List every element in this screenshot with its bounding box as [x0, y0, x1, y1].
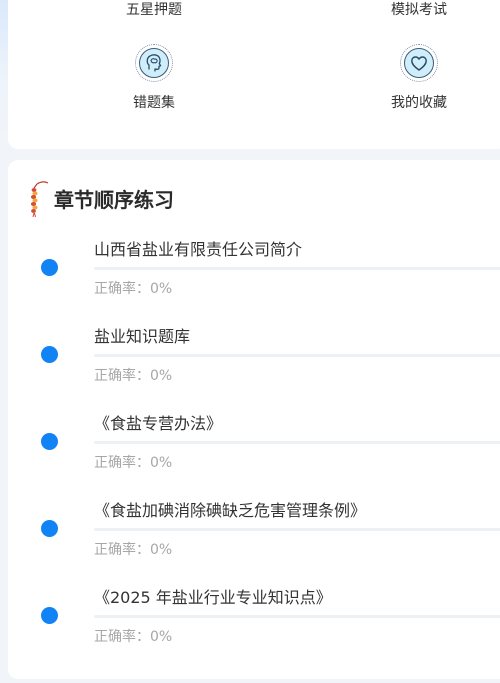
accuracy-value: 0% [150, 542, 173, 558]
accuracy-label: 正确率： [94, 542, 150, 558]
chapter-progress-bar [94, 528, 500, 531]
chapter-item-title: 《2025 年盐业行业专业知识点》 [94, 588, 332, 607]
favorites-label: 我的收藏 [391, 95, 447, 111]
chapter-accuracy: 正确率：0% [94, 454, 172, 472]
chapter-section-title: 章节顺序练习 [54, 187, 174, 212]
chapter-accuracy: 正确率：0% [94, 367, 172, 385]
chapter-progress-bar [94, 615, 500, 618]
quick-entry-card: 五星押题 模拟考试 错题集 我的收藏 [8, 0, 500, 149]
chapter-item[interactable]: 盐业知识题库 正确率：0% [8, 327, 500, 414]
chapter-item-dot [41, 607, 58, 624]
chapter-accuracy: 正确率：0% [94, 628, 172, 646]
accuracy-label: 正确率： [94, 455, 150, 471]
wrong-questions-label: 错题集 [133, 95, 175, 111]
chapter-item[interactable]: 《食盐加碘消除碘缺乏危害管理条例》 正确率：0% [8, 501, 500, 588]
chapter-practice-card: 章节顺序练习 山西省盐业有限责任公司简介 正确率：0% 盐业知识题库 正确率：0… [8, 160, 500, 679]
chapter-item-title: 盐业知识题库 [94, 327, 191, 346]
five-star-questions-label: 五星押题 [126, 2, 182, 18]
chapter-header: 章节顺序练习 [28, 178, 174, 218]
accuracy-label: 正确率： [94, 368, 150, 384]
mock-exam-label: 模拟考试 [391, 2, 447, 18]
chapter-item-dot [41, 346, 58, 363]
chapter-item-dot [41, 433, 58, 450]
favorites-entry[interactable]: 我的收藏 [349, 93, 489, 113]
chapter-progress-bar [94, 267, 500, 270]
accuracy-value: 0% [150, 455, 173, 471]
chapter-item-title: 《食盐加碘消除碘缺乏危害管理条例》 [94, 501, 367, 520]
accuracy-label: 正确率： [94, 629, 150, 645]
chapter-accuracy: 正确率：0% [94, 541, 172, 559]
chapter-item-dot [41, 520, 58, 537]
chapter-item-title: 山西省盐业有限责任公司简介 [94, 240, 303, 259]
wrong-questions-entry[interactable]: 错题集 [84, 93, 224, 113]
accuracy-value: 0% [150, 368, 173, 384]
firecracker-icon [30, 181, 49, 218]
chapter-item-title: 《食盐专营办法》 [94, 414, 223, 433]
chapter-progress-bar [94, 354, 500, 357]
chapter-item[interactable]: 《食盐专营办法》 正确率：0% [8, 414, 500, 501]
head-brain-icon [139, 48, 169, 78]
chapter-progress-bar [94, 441, 500, 444]
five-star-questions-entry[interactable]: 五星押题 [84, 0, 224, 20]
chapter-accuracy: 正确率：0% [94, 280, 172, 298]
chapter-item-dot [41, 259, 58, 276]
accuracy-value: 0% [150, 629, 173, 645]
heart-icon [404, 48, 434, 78]
mock-exam-entry[interactable]: 模拟考试 [349, 0, 489, 20]
accuracy-label: 正确率： [94, 281, 150, 297]
chapter-item[interactable]: 山西省盐业有限责任公司简介 正确率：0% [8, 240, 500, 327]
chapter-item[interactable]: 《2025 年盐业行业专业知识点》 正确率：0% [8, 588, 500, 675]
accuracy-value: 0% [150, 281, 173, 297]
wrong-questions-button[interactable] [135, 44, 173, 82]
favorites-button[interactable] [400, 44, 438, 82]
